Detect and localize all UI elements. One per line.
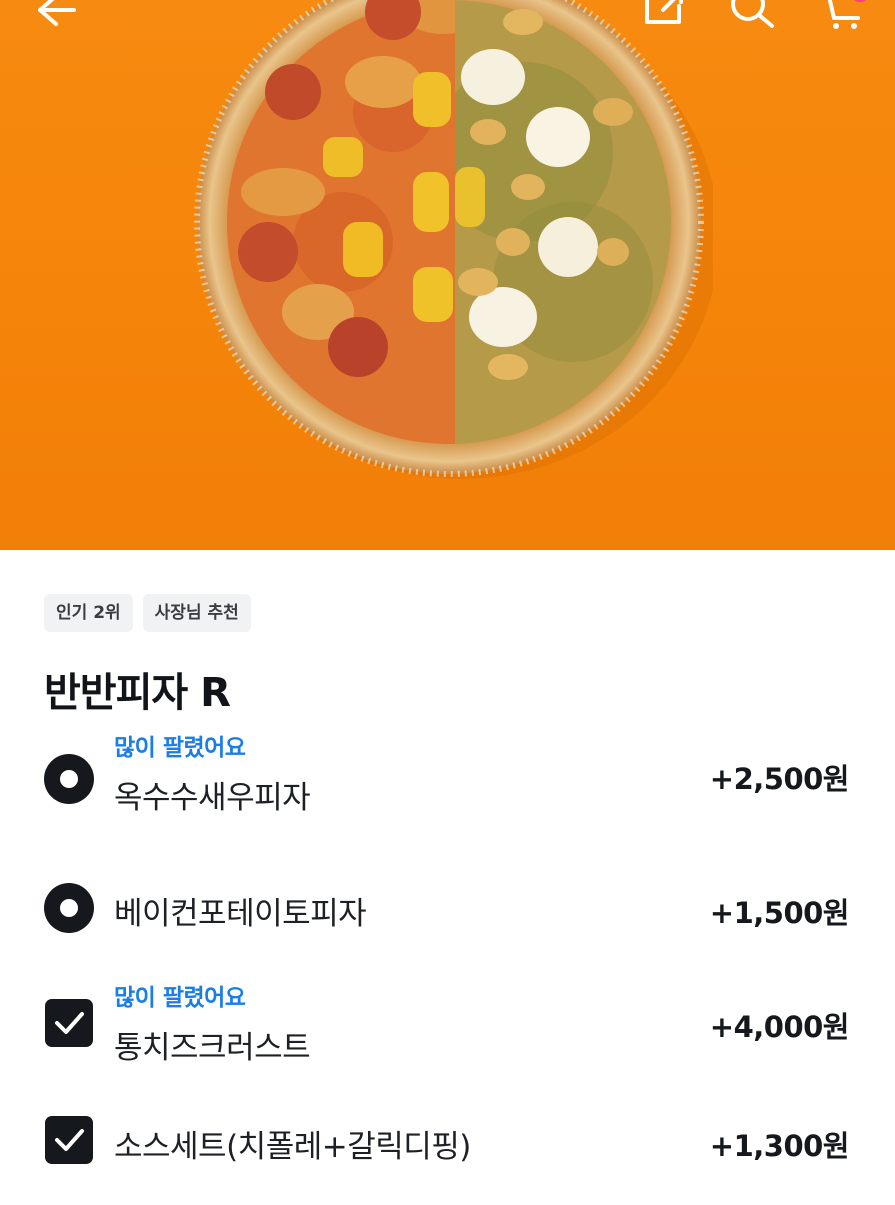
option-row[interactable]: 많이 팔렸어요 옥수수새우피자 +2,500원 <box>0 728 895 818</box>
option-name: 옥수수새우피자 <box>114 780 311 816</box>
radio-selected-icon[interactable] <box>44 754 94 804</box>
checkbox-checked-icon[interactable] <box>44 998 94 1048</box>
cart-icon[interactable] <box>818 0 880 32</box>
option-price: +2,500원 <box>709 762 850 796</box>
product-title: 반반피자 R <box>44 670 231 716</box>
option-price: +1,500원 <box>709 896 850 930</box>
option-name: 통치즈크러스트 <box>114 1030 311 1066</box>
hot-seller-label: 많이 팔렸어요 <box>114 735 246 761</box>
product-hero-image <box>0 0 895 550</box>
option-row[interactable]: 많이 팔렸어요 통치즈크러스트 +4,000원 <box>0 978 895 1068</box>
badge-owner-pick: 사장님 추천 <box>142 594 251 632</box>
product-detail: 인기 2위 사장님 추천 반반피자 R 많이 팔렸어요 옥수수새우피자 +2,5… <box>0 550 895 1200</box>
option-row[interactable]: 베이컨포테이토피자 +1,500원 <box>0 880 895 970</box>
pizza-image <box>194 0 713 479</box>
badge-popular-rank: 인기 2위 <box>44 594 133 632</box>
arrow-left-icon[interactable] <box>36 0 76 28</box>
option-name: 소스세트(치폴레+갈릭디핑) <box>114 1129 471 1165</box>
share-icon[interactable] <box>643 0 687 26</box>
search-icon[interactable] <box>730 0 776 30</box>
checkbox-checked-icon[interactable] <box>44 1115 94 1165</box>
option-row[interactable]: 소스세트(치폴레+갈릭디핑) +1,300원 <box>0 1115 895 1205</box>
radio-selected-icon[interactable] <box>44 883 94 933</box>
hot-seller-label: 많이 팔렸어요 <box>114 985 246 1011</box>
option-name: 베이컨포테이토피자 <box>114 896 367 932</box>
option-price: +1,300원 <box>709 1129 850 1163</box>
cart-count-badge <box>854 0 866 2</box>
option-price: +4,000원 <box>709 1010 850 1044</box>
product-badges: 인기 2위 사장님 추천 <box>44 594 251 632</box>
